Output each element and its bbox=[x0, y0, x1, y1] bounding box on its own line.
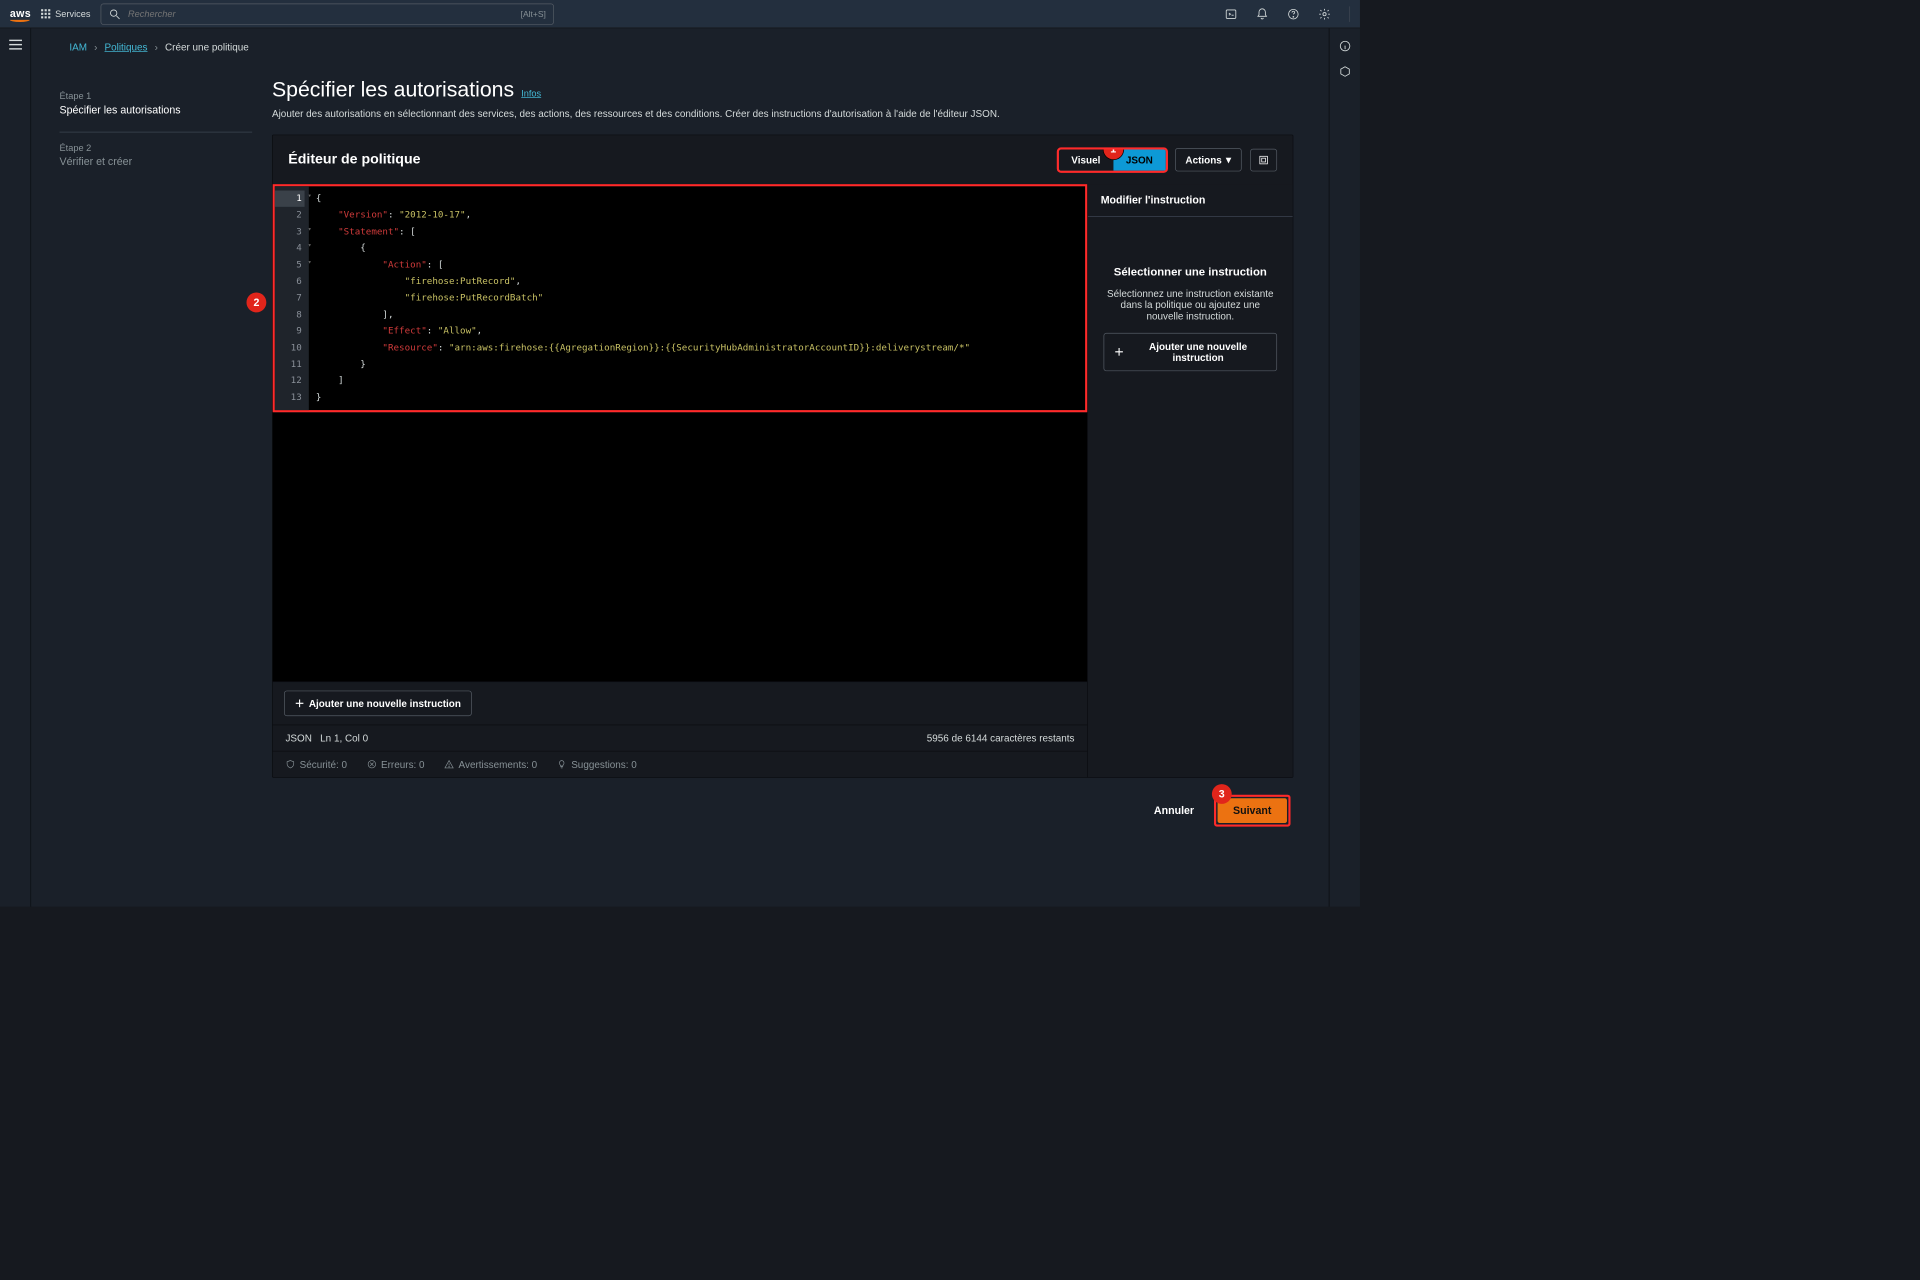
next-button[interactable]: Suivant bbox=[1217, 798, 1287, 823]
step2-title[interactable]: Vérifier et créer bbox=[59, 156, 252, 168]
global-header: aws Services [Alt+S] bbox=[0, 0, 1360, 28]
page-title: Spécifier les autorisations bbox=[272, 78, 514, 102]
caret-down-icon: ▾ bbox=[1226, 154, 1231, 166]
editor-code[interactable]: { "Version": "2012-10-17", "Statement": … bbox=[309, 186, 1085, 410]
shield-icon bbox=[285, 759, 295, 769]
editor-gutter: 1 2 3 4 5 6 7 8 9 bbox=[275, 186, 309, 410]
callout-2: 2 bbox=[246, 293, 266, 313]
lint-suggestions[interactable]: Suggestions: 0 bbox=[557, 759, 637, 770]
breadcrumb: IAM › Politiques › Créer une politique bbox=[31, 28, 1329, 70]
side-add-statement-button[interactable]: ＋ Ajouter une nouvelle instruction bbox=[1104, 333, 1278, 371]
side-select-desc: Sélectionnez une instruction existante d… bbox=[1104, 288, 1278, 322]
editor-lintbar: Sécurité: 0 Erreurs: 0 Avertissements: 0… bbox=[273, 751, 1088, 777]
warning-icon bbox=[444, 759, 454, 769]
services-menu[interactable]: Services bbox=[41, 8, 90, 19]
error-icon bbox=[367, 759, 377, 769]
add-statement-label: Ajouter une nouvelle instruction bbox=[309, 698, 461, 709]
status-mode: JSON bbox=[285, 732, 311, 743]
cloudshell-icon[interactable] bbox=[1225, 7, 1238, 20]
side-add-label: Ajouter une nouvelle instruction bbox=[1130, 341, 1267, 364]
add-statement-button[interactable]: ＋ Ajouter une nouvelle instruction bbox=[284, 691, 471, 716]
search-icon bbox=[108, 7, 121, 20]
editor-actions-menu[interactable]: Actions ▾ bbox=[1175, 148, 1242, 171]
plus-icon: ＋ bbox=[295, 696, 305, 710]
settings-icon[interactable] bbox=[1318, 7, 1331, 20]
statement-side-panel: Modifier l'instruction Sélectionner une … bbox=[1087, 184, 1292, 777]
cancel-button[interactable]: Annuler bbox=[1150, 804, 1199, 817]
editor-actions-label: Actions bbox=[1185, 154, 1221, 165]
global-search[interactable]: [Alt+S] bbox=[100, 3, 553, 24]
plus-icon: ＋ bbox=[1114, 345, 1124, 359]
lint-warnings[interactable]: Avertissements: 0 bbox=[444, 759, 537, 770]
editor-title: Éditeur de politique bbox=[288, 152, 420, 168]
search-shortcut: [Alt+S] bbox=[521, 9, 546, 19]
status-chars: 5956 de 6144 caractères restants bbox=[927, 732, 1075, 743]
left-nav-toggle[interactable] bbox=[9, 40, 22, 50]
services-grid-icon bbox=[41, 9, 51, 19]
lightbulb-icon bbox=[557, 759, 567, 769]
editor-statusbar: JSON Ln 1, Col 0 5956 de 6144 caractères… bbox=[273, 725, 1088, 751]
callout-3: 3 bbox=[1212, 784, 1232, 804]
info-icon[interactable] bbox=[1338, 40, 1351, 53]
header-utilities bbox=[1225, 6, 1350, 22]
left-nav-rail bbox=[0, 28, 31, 906]
side-select-title: Sélectionner une instruction bbox=[1104, 266, 1278, 279]
wizard-steps: Étape 1 Spécifier les autorisations Étap… bbox=[31, 71, 272, 907]
breadcrumb-iam[interactable]: IAM bbox=[69, 41, 87, 52]
breadcrumb-policies[interactable]: Politiques bbox=[105, 41, 148, 52]
step1-label: Étape 1 bbox=[59, 91, 252, 102]
help-icon[interactable] bbox=[1287, 7, 1300, 20]
chevron-right-icon: › bbox=[155, 41, 158, 52]
step2-label: Étape 2 bbox=[59, 142, 252, 153]
services-label: Services bbox=[55, 8, 90, 19]
info-link[interactable]: Infos bbox=[521, 88, 541, 99]
search-input[interactable] bbox=[127, 8, 515, 20]
side-panel-title: Modifier l'instruction bbox=[1088, 184, 1293, 217]
right-help-rail bbox=[1329, 28, 1360, 906]
aws-logo[interactable]: aws bbox=[10, 8, 31, 20]
notifications-icon[interactable] bbox=[1256, 7, 1269, 20]
main-content: Spécifier les autorisations Infos Ajoute… bbox=[272, 71, 1329, 907]
policy-editor-panel: Éditeur de politique 1 Visuel JSON Actio… bbox=[272, 135, 1293, 778]
step1-title[interactable]: Spécifier les autorisations bbox=[59, 104, 252, 116]
json-editor[interactable]: 2 1 2 3 4 5 6 7 bbox=[273, 184, 1088, 412]
editor-mode-segment: 1 Visuel JSON bbox=[1058, 148, 1166, 171]
lint-errors[interactable]: Erreurs: 0 bbox=[367, 759, 425, 770]
page-description: Ajouter des autorisations en sélectionna… bbox=[272, 108, 1293, 119]
lint-security[interactable]: Sécurité: 0 bbox=[285, 759, 347, 770]
chevron-right-icon: › bbox=[94, 41, 97, 52]
editor-empty-area bbox=[273, 412, 1088, 681]
status-cursor: Ln 1, Col 0 bbox=[320, 732, 368, 743]
fullscreen-button[interactable] bbox=[1250, 148, 1277, 171]
hex-icon[interactable] bbox=[1338, 65, 1351, 78]
breadcrumb-current: Créer une politique bbox=[165, 41, 249, 52]
wizard-footer: Annuler 3 Suivant bbox=[272, 778, 1293, 833]
fullscreen-icon bbox=[1258, 154, 1269, 165]
